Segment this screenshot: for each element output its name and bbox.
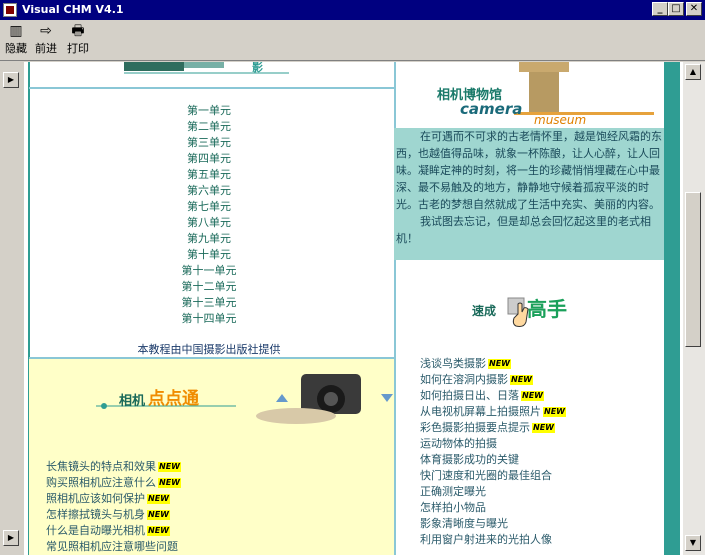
unit-link[interactable]: 第五单元 (34, 167, 384, 183)
tip-item[interactable]: 什么是自动曝光相机 NEW (46, 523, 181, 539)
tips-banner-highlight: 点点通 (148, 389, 199, 409)
tips-banner-prefix: 相机 (119, 394, 146, 409)
new-badge: NEW (510, 375, 533, 385)
unit-link[interactable]: 第一单元 (34, 103, 384, 119)
new-badge: NEW (147, 494, 170, 504)
fast-master-list: 浅谈鸟类摄影 NEW 如何在溶洞内摄影 NEW 如何拍摄日出、日落 NEW 从电视机屏… (420, 356, 566, 548)
vertical-scrollbar[interactable]: ▲ ▼ (683, 62, 705, 555)
tip-item[interactable]: 长焦镜头的特点和效果 NEW (46, 459, 181, 475)
unit-link[interactable]: 第十三单元 (34, 295, 384, 311)
fast-item[interactable]: 彩色摄影拍摄要点提示 NEW (420, 420, 566, 436)
top-divider (29, 87, 394, 89)
tip-item[interactable]: 怎样擦拭镜头与机身 NEW (46, 507, 181, 523)
fast-master-big: 高手 (527, 297, 567, 321)
fast-item[interactable]: 如何拍摄日出、日落 NEW (420, 388, 566, 404)
tip-item[interactable]: 常见照相机应注意哪些问题 (46, 539, 181, 555)
forward-button[interactable]: ⇨ 前进 (32, 23, 60, 59)
content-pane: 影 第一单元 第二单元 第三单元 第四单元 第五单元 第六单元 第七单元 第八单… (24, 62, 683, 555)
new-badge: NEW (147, 526, 170, 536)
unit-link[interactable]: 第九单元 (34, 231, 384, 247)
unit-link[interactable]: 第十单元 (34, 247, 384, 263)
unit-link[interactable]: 第八单元 (34, 215, 384, 231)
unit-link[interactable]: 第十二单元 (34, 279, 384, 295)
scroll-down-button[interactable]: ▼ (685, 535, 701, 551)
hide-button[interactable]: ▥ 隐藏 (2, 23, 30, 59)
hide-icon: ▥ (9, 23, 23, 39)
fast-item[interactable]: 如何在溶洞内摄影 NEW (420, 372, 566, 388)
tips-list: 长焦镜头的特点和效果 NEW 购买照相机应注意什么 NEW 照相机应该如何保护 NEW… (46, 459, 181, 555)
forward-arrow-icon: ⇨ (40, 23, 52, 39)
scroll-left-button[interactable]: ▶ (3, 72, 19, 88)
new-badge: NEW (488, 359, 511, 369)
new-badge: NEW (158, 462, 181, 472)
tip-item[interactable]: 购买照相机应注意什么 NEW (46, 475, 181, 491)
fast-item[interactable]: 影象清晰度与曝光 (420, 516, 566, 532)
unit-link[interactable]: 第四单元 (34, 151, 384, 167)
right-border (664, 62, 680, 555)
fast-item[interactable]: 体育摄影成功的关键 (420, 452, 566, 468)
minimize-button[interactable]: _ (652, 2, 668, 16)
unit-link[interactable]: 第三单元 (34, 135, 384, 151)
scroll-up-button[interactable]: ▲ (685, 64, 701, 80)
fast-item[interactable]: 运动物体的拍摄 (420, 436, 566, 452)
fast-item[interactable]: 怎样拍小物品 (420, 500, 566, 516)
new-badge: NEW (521, 391, 544, 401)
new-badge: NEW (532, 423, 555, 433)
close-button[interactable]: ✕ (686, 2, 702, 16)
app-icon[interactable] (3, 3, 17, 17)
top-banner-text: 影 (252, 62, 263, 74)
fast-item[interactable]: 浅谈鸟类摄影 NEW (420, 356, 566, 372)
intro-text-block: 在可遇而不可求的古老情怀里，越是饱经风霜的东西，也越值得品味，就象一杯陈酿，让人… (394, 128, 664, 260)
unit-link[interactable]: 第十一单元 (34, 263, 384, 279)
new-badge: NEW (158, 478, 181, 488)
fast-item[interactable]: 利用窗户射进来的光拍人像 (420, 532, 566, 548)
nav-pane-collapsed: ▶ ▶ (0, 62, 22, 555)
tip-item[interactable]: 照相机应该如何保护 NEW (46, 491, 181, 507)
scroll-right-button[interactable]: ▶ (3, 530, 19, 546)
window-title: Visual CHM V4.1 (22, 3, 124, 16)
print-button[interactable]: 🖶 打印 (64, 23, 92, 59)
printer-icon: 🖶 (71, 23, 85, 39)
museum-subtitle: museum (534, 113, 587, 127)
unit-link[interactable]: 第十四单元 (34, 311, 384, 327)
top-banner-image (124, 62, 289, 74)
fast-item[interactable]: 正确测定曝光 (420, 484, 566, 500)
scrollbar-thumb[interactable] (685, 192, 701, 347)
museum-title-en: camera (460, 100, 523, 118)
credit-text: 本教程由中国摄影出版社提供 (137, 343, 281, 356)
toolbar: ▥ 隐藏 ⇨ 前进 🖶 打印 (0, 20, 705, 61)
unit-link[interactable]: 第二单元 (34, 119, 384, 135)
new-badge: NEW (543, 407, 566, 417)
new-badge: NEW (147, 510, 170, 520)
fast-item[interactable]: 从电视机屏幕上拍摄照片 NEW (420, 404, 566, 420)
fast-master-small: 速成 (472, 304, 497, 318)
unit-link[interactable]: 第六单元 (34, 183, 384, 199)
unit-list: 第一单元 第二单元 第三单元 第四单元 第五单元 第六单元 第七单元 第八单元 … (34, 103, 384, 327)
title-bar: Visual CHM V4.1 _ □ ✕ (0, 0, 705, 20)
fast-item[interactable]: 快门速度和光圈的最佳组合 (420, 468, 566, 484)
unit-link[interactable]: 第七单元 (34, 199, 384, 215)
maximize-button[interactable]: □ (668, 2, 684, 16)
